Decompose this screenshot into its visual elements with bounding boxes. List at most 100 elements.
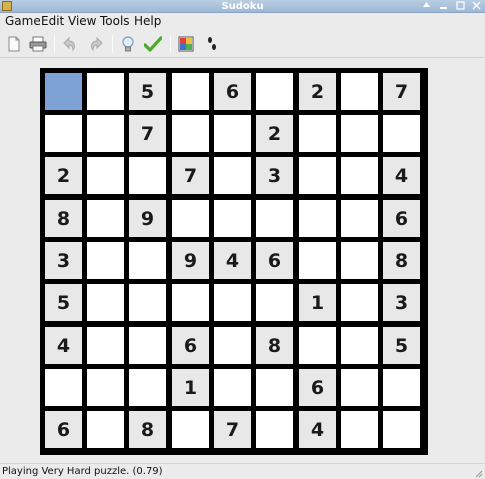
sudoku-cell[interactable] xyxy=(129,284,166,321)
sudoku-cell[interactable] xyxy=(129,242,166,279)
sudoku-cell[interactable] xyxy=(214,284,251,321)
close-button[interactable] xyxy=(470,1,483,11)
sudoku-cell[interactable]: 2 xyxy=(45,157,82,194)
notes-button[interactable] xyxy=(202,34,222,54)
sudoku-cell[interactable] xyxy=(341,115,378,152)
sudoku-cell[interactable]: 6 xyxy=(299,369,336,406)
menu-edit[interactable]: Edit xyxy=(41,13,64,30)
sudoku-cell[interactable] xyxy=(341,242,378,279)
undo-button[interactable] xyxy=(60,34,80,54)
sudoku-cell[interactable] xyxy=(299,157,336,194)
sudoku-cell[interactable] xyxy=(87,157,124,194)
sudoku-cell[interactable]: 8 xyxy=(129,411,166,448)
sudoku-cell[interactable]: 8 xyxy=(256,327,293,364)
sudoku-cell[interactable] xyxy=(87,115,124,152)
sudoku-cell[interactable]: 3 xyxy=(256,157,293,194)
title-bar[interactable]: Sudoku xyxy=(0,0,485,13)
sudoku-cell[interactable] xyxy=(129,157,166,194)
hint-button[interactable] xyxy=(118,34,138,54)
redo-button[interactable] xyxy=(86,34,106,54)
sudoku-cell[interactable] xyxy=(214,369,251,406)
sudoku-cell[interactable] xyxy=(299,242,336,279)
sudoku-cell[interactable] xyxy=(87,200,124,237)
sudoku-cell[interactable] xyxy=(341,200,378,237)
sudoku-cell[interactable]: 4 xyxy=(299,411,336,448)
sudoku-cell[interactable]: 7 xyxy=(214,411,251,448)
sudoku-cell[interactable] xyxy=(214,200,251,237)
sudoku-cell[interactable] xyxy=(256,369,293,406)
sudoku-cell[interactable] xyxy=(87,73,124,110)
sudoku-cell[interactable] xyxy=(341,284,378,321)
sudoku-cell[interactable]: 2 xyxy=(256,115,293,152)
sudoku-cell[interactable]: 2 xyxy=(299,73,336,110)
maximize-button[interactable] xyxy=(454,1,467,11)
sudoku-cell[interactable]: 6 xyxy=(256,242,293,279)
sudoku-cell[interactable] xyxy=(87,327,124,364)
sudoku-cell[interactable] xyxy=(172,411,209,448)
sudoku-cell[interactable]: 4 xyxy=(45,327,82,364)
sudoku-cell[interactable] xyxy=(299,200,336,237)
sudoku-cell[interactable] xyxy=(383,115,420,152)
tracker-button[interactable] xyxy=(176,34,196,54)
sudoku-cell[interactable] xyxy=(383,411,420,448)
sudoku-cell[interactable]: 4 xyxy=(383,157,420,194)
sudoku-cell[interactable] xyxy=(87,242,124,279)
new-game-button[interactable] xyxy=(4,34,24,54)
sudoku-cell[interactable]: 9 xyxy=(172,242,209,279)
sudoku-cell[interactable] xyxy=(45,115,82,152)
sudoku-cell[interactable] xyxy=(172,115,209,152)
sudoku-cell[interactable] xyxy=(341,411,378,448)
sudoku-cell[interactable] xyxy=(256,284,293,321)
sudoku-cell[interactable] xyxy=(87,411,124,448)
sudoku-cell[interactable]: 7 xyxy=(129,115,166,152)
sudoku-cell[interactable]: 4 xyxy=(214,242,251,279)
sudoku-cell[interactable] xyxy=(214,327,251,364)
sudoku-cell[interactable] xyxy=(299,115,336,152)
menu-tools[interactable]: Tools xyxy=(100,13,130,30)
sudoku-cell[interactable]: 6 xyxy=(172,327,209,364)
sudoku-cell[interactable] xyxy=(87,369,124,406)
sudoku-cell[interactable]: 3 xyxy=(383,284,420,321)
print-button[interactable] xyxy=(28,34,48,54)
check-button[interactable] xyxy=(143,34,163,54)
window-up-button[interactable] xyxy=(420,1,433,11)
sudoku-cell[interactable] xyxy=(45,73,82,110)
sudoku-cell[interactable]: 7 xyxy=(383,73,420,110)
sudoku-cell[interactable] xyxy=(45,369,82,406)
sudoku-cell[interactable] xyxy=(383,369,420,406)
sudoku-cell[interactable] xyxy=(256,200,293,237)
sudoku-cell[interactable]: 6 xyxy=(45,411,82,448)
menu-game[interactable]: Game xyxy=(5,13,41,30)
sudoku-cell[interactable] xyxy=(256,411,293,448)
menu-view[interactable]: View xyxy=(68,13,96,30)
sudoku-cell[interactable]: 6 xyxy=(214,73,251,110)
sudoku-cell[interactable]: 5 xyxy=(45,284,82,321)
sudoku-cell[interactable] xyxy=(256,73,293,110)
sudoku-cell[interactable]: 1 xyxy=(172,369,209,406)
sudoku-cell[interactable]: 5 xyxy=(129,73,166,110)
sudoku-cell[interactable] xyxy=(341,369,378,406)
sudoku-cell[interactable] xyxy=(172,73,209,110)
sudoku-cell[interactable] xyxy=(341,327,378,364)
sudoku-cell[interactable]: 9 xyxy=(129,200,166,237)
resize-grip-icon[interactable] xyxy=(473,468,483,478)
sudoku-cell[interactable]: 3 xyxy=(45,242,82,279)
sudoku-cell[interactable]: 6 xyxy=(383,200,420,237)
sudoku-cell[interactable] xyxy=(129,369,166,406)
minimize-button[interactable] xyxy=(437,1,450,11)
sudoku-cell[interactable] xyxy=(341,157,378,194)
sudoku-cell[interactable] xyxy=(214,115,251,152)
sudoku-cell[interactable]: 1 xyxy=(299,284,336,321)
sudoku-cell[interactable] xyxy=(299,327,336,364)
menu-help[interactable]: Help xyxy=(134,13,161,30)
sudoku-cell[interactable] xyxy=(129,327,166,364)
sudoku-cell[interactable] xyxy=(172,284,209,321)
sudoku-cell[interactable] xyxy=(214,157,251,194)
sudoku-cell[interactable] xyxy=(341,73,378,110)
sudoku-cell[interactable]: 7 xyxy=(172,157,209,194)
sudoku-cell[interactable] xyxy=(87,284,124,321)
sudoku-cell[interactable] xyxy=(172,200,209,237)
sudoku-cell[interactable]: 5 xyxy=(383,327,420,364)
sudoku-cell[interactable]: 8 xyxy=(45,200,82,237)
sudoku-cell[interactable]: 8 xyxy=(383,242,420,279)
